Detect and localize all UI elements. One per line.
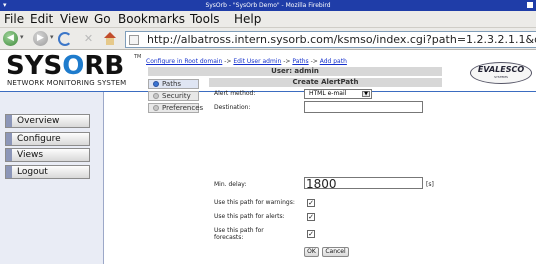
logo-part-b: RB [84,51,125,81]
check-icon: ✓ [308,230,314,238]
sidebar: Overview Configure Views Logout [0,92,104,264]
logo-subtitle: NETWORK MONITORING SYSTEM [7,79,127,87]
reload-icon[interactable] [58,32,72,46]
chevron-down-icon: ▼ [362,91,370,97]
radio-dot-icon [153,81,159,87]
menu-go[interactable]: Go [94,11,111,28]
menu-tools[interactable]: Tools [190,11,220,28]
warnings-checkbox[interactable]: ✓ [307,199,315,207]
alert-method-label: Alert method: [214,90,256,97]
breadcrumb-separator: -> [310,58,318,65]
sysorb-logo: SYSORB [6,53,124,79]
navigation-toolbar: ◀ ▾ ▶ ▾ ✕ http://albatross.intern.sysorb… [0,28,536,50]
window-close-icon[interactable] [527,2,533,8]
sidebar-item-logout[interactable]: Logout [5,165,90,179]
evalesco-logo-subtext: SYSTEMS [494,75,508,79]
destination-label: Destination: [214,104,251,111]
breadcrumb-link-add-path[interactable]: Add path [320,58,347,65]
menu-bar: File Edit View Go Bookmarks Tools Help [0,11,536,28]
sidebar-item-marker [6,115,12,127]
min-delay-value: 1800 [306,177,337,191]
warnings-label: Use this path for warnings: [214,199,295,206]
back-arrow-icon: ◀ [7,33,14,43]
window-title: SysOrb - "SysOrb Demo" - Mozilla Firebir… [205,2,331,9]
alerts-checkbox[interactable]: ✓ [307,213,315,221]
sidebar-item-configure[interactable]: Configure [5,132,90,146]
page-icon [129,35,139,45]
evalesco-logo-text: EVALESCO [477,65,525,74]
sidebar-item-label: Logout [17,167,48,177]
user-header: User: admin [148,67,442,76]
forecasts-label-line-2: forecasts: [214,234,244,241]
tab-security[interactable]: Security [148,91,199,101]
tab-paths[interactable]: Paths [148,79,199,89]
sidebar-item-label: Configure [17,134,61,144]
breadcrumb-link-edit-user[interactable]: Edit User admin [233,58,281,65]
browser-window: ▾ SysOrb - "SysOrb Demo" - Mozilla Fireb… [0,0,536,264]
min-delay-unit: [s] [426,181,434,188]
sidebar-item-label: Overview [17,116,60,126]
logo-part-o: O [62,51,85,81]
destination-field[interactable] [304,101,423,113]
home-wall-shape [106,38,114,45]
menu-help[interactable]: Help [234,11,261,28]
breadcrumb-separator: -> [283,58,291,65]
tab-label: Paths [162,80,182,88]
back-history-dropdown-icon[interactable]: ▾ [20,33,24,41]
menu-bookmarks[interactable]: Bookmarks [118,11,185,28]
forecasts-checkbox[interactable]: ✓ [307,230,315,238]
home-icon[interactable] [103,32,117,46]
sidebar-item-views[interactable]: Views [5,148,90,162]
check-icon: ✓ [308,213,314,221]
radio-dot-icon [153,105,159,111]
breadcrumb: Configure in Root domain -> Edit User ad… [146,58,347,66]
menu-view[interactable]: View [60,11,88,28]
form-title: Create AlertPath [209,78,442,87]
url-text: http://albatross.intern.sysorb.com/ksmso… [147,33,536,46]
url-bar[interactable]: http://albatross.intern.sysorb.com/ksmso… [125,31,536,48]
menu-edit[interactable]: Edit [30,11,53,28]
radio-dot-icon [153,93,159,99]
breadcrumb-link-configure[interactable]: Configure in Root domain [146,58,222,65]
back-button[interactable]: ◀ [3,31,18,46]
breadcrumb-link-paths[interactable]: Paths [292,58,308,65]
check-icon: ✓ [308,199,314,207]
forward-arrow-icon: ▶ [37,33,44,43]
sidebar-item-label: Views [17,150,44,160]
ok-button[interactable]: OK [304,247,319,257]
tab-label: Security [162,92,191,100]
title-bar: ▾ SysOrb - "SysOrb Demo" - Mozilla Fireb… [0,0,536,11]
logo-part-a: SYS [6,51,63,81]
stop-icon[interactable]: ✕ [83,33,94,44]
cancel-button[interactable]: Cancel [322,247,349,257]
sidebar-item-overview[interactable]: Overview [5,114,90,128]
evalesco-logo: EVALESCO SYSTEMS [470,62,532,84]
forward-button[interactable]: ▶ [33,31,48,46]
alert-method-value: HTML e-mail [309,90,347,97]
sidebar-item-marker [6,133,12,145]
menu-file[interactable]: File [4,11,24,28]
tab-preferences[interactable]: Preferences [148,103,203,113]
forward-history-dropdown-icon[interactable]: ▾ [50,33,54,41]
sidebar-item-marker [6,149,12,161]
alert-method-select[interactable]: HTML e-mail ▼ [304,89,372,99]
breadcrumb-separator: -> [224,58,232,65]
min-delay-label: Min. delay: [214,181,247,188]
sidebar-item-marker [6,166,12,178]
tab-label: Preferences [162,104,204,112]
logo-trademark: TM [134,54,142,60]
alerts-label: Use this path for alerts: [214,213,285,220]
